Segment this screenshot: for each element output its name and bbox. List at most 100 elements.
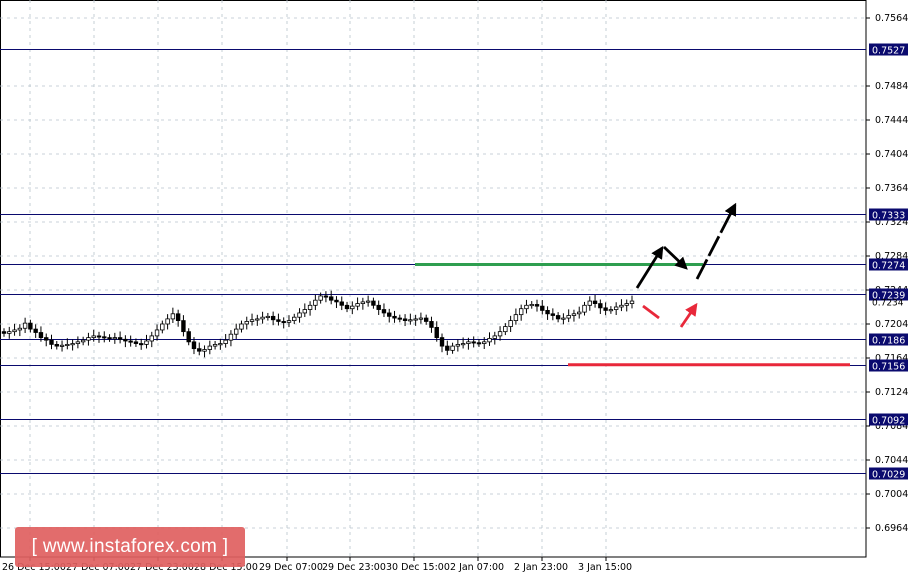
candle-body <box>545 309 550 315</box>
candle-body <box>344 304 350 310</box>
candle-body <box>218 343 223 346</box>
candle-body <box>371 300 376 306</box>
candle-body <box>598 303 603 309</box>
candle-body <box>334 299 339 303</box>
candle-body <box>160 323 165 331</box>
candle-body <box>239 323 244 330</box>
price-tick-label: 0.7564 <box>875 13 908 24</box>
candle-body <box>513 314 519 321</box>
price-tick-label: 0.7044 <box>875 455 908 466</box>
candle-body <box>313 299 318 306</box>
candle-body <box>624 303 629 306</box>
candle-body <box>170 313 176 320</box>
candle-body <box>207 345 213 350</box>
candle-body <box>529 304 534 307</box>
candle-body <box>582 304 587 313</box>
candle-body <box>17 327 23 331</box>
candle-body <box>175 313 181 321</box>
candle-body <box>550 313 556 316</box>
candle-body <box>455 343 461 347</box>
candle-body <box>508 320 513 327</box>
time-tick-label: 30 Dec 15:00 <box>386 562 450 573</box>
candle-body <box>265 315 271 318</box>
candle-body <box>255 318 260 321</box>
candle-body <box>223 339 228 344</box>
candle-body <box>387 312 392 317</box>
watermark-logo: [ www.instaforex.com ] <box>15 527 245 567</box>
candle-body <box>107 337 112 340</box>
price-tick-label: 0.7444 <box>875 115 908 126</box>
candle-body <box>339 301 344 306</box>
candle-body <box>144 340 149 345</box>
candle-body <box>561 317 566 320</box>
time-tick-label: 29 Dec 23:00 <box>322 562 386 573</box>
candle-body <box>629 300 635 304</box>
candle-body <box>619 304 624 308</box>
candle-body <box>212 343 218 347</box>
candle-body <box>487 338 492 343</box>
candle-body <box>244 321 249 325</box>
candle-body <box>28 322 33 330</box>
candle-body <box>587 300 592 306</box>
candle-body <box>566 315 571 319</box>
level-label: 0.7274 <box>872 261 905 272</box>
candle-body <box>540 305 545 311</box>
candle-body <box>133 341 139 344</box>
price-tick-label: 0.7004 <box>875 489 908 500</box>
candle-body <box>608 309 614 312</box>
candle-body <box>318 295 323 301</box>
candle-body <box>12 329 17 333</box>
candle-body <box>413 318 418 321</box>
candle-body <box>328 296 334 301</box>
candle-body <box>65 343 70 346</box>
candle-body <box>445 345 450 351</box>
candle-body <box>112 337 118 340</box>
candle-body <box>139 343 144 346</box>
candle-body <box>249 319 255 322</box>
candle-body <box>350 305 355 310</box>
current-price-label: 0.7234 <box>872 299 904 309</box>
time-tick-label: 29 Dec 07:00 <box>259 562 323 573</box>
candle-body <box>423 317 429 322</box>
candle-body <box>613 306 619 310</box>
candle-body <box>123 338 128 342</box>
candle-body <box>402 318 408 321</box>
candle-body <box>49 339 54 345</box>
level-label: 0.7029 <box>872 470 905 481</box>
candle-body <box>270 315 276 321</box>
candle-body <box>365 300 371 303</box>
candle-body <box>492 335 497 339</box>
candle-body <box>228 333 234 341</box>
time-tick-label: 3 Jan 15:00 <box>578 562 632 573</box>
candle-body <box>154 329 160 337</box>
candle-body <box>360 301 366 304</box>
level-label: 0.7186 <box>872 336 905 347</box>
level-label: 0.7527 <box>872 46 905 57</box>
time-tick-label: 2 Jan 07:00 <box>450 562 504 573</box>
candle-body <box>75 341 81 344</box>
price-tick-label: 0.7404 <box>875 149 908 160</box>
candle-body <box>518 308 524 316</box>
candle-body <box>524 304 529 310</box>
price-tick-label: 0.6964 <box>875 523 908 534</box>
candle-body <box>102 336 107 339</box>
candle-body <box>503 326 508 333</box>
candle-body <box>355 303 360 307</box>
chart-background <box>0 0 912 578</box>
candle-body <box>54 343 59 347</box>
candle-body <box>286 320 292 323</box>
candle-body <box>117 337 123 340</box>
candle-body <box>534 304 540 307</box>
candle-body <box>91 335 96 338</box>
candle-body <box>96 335 102 338</box>
candle-body <box>555 315 561 320</box>
candle-body <box>276 319 281 322</box>
price-tick-label: 0.7484 <box>875 81 908 92</box>
candle-body <box>80 339 86 343</box>
candle-body <box>497 331 503 337</box>
level-label: 0.7092 <box>872 416 905 427</box>
candle-body <box>323 295 329 298</box>
candle-body <box>1 331 7 334</box>
candle-body <box>186 331 191 343</box>
candle-body <box>571 313 577 316</box>
